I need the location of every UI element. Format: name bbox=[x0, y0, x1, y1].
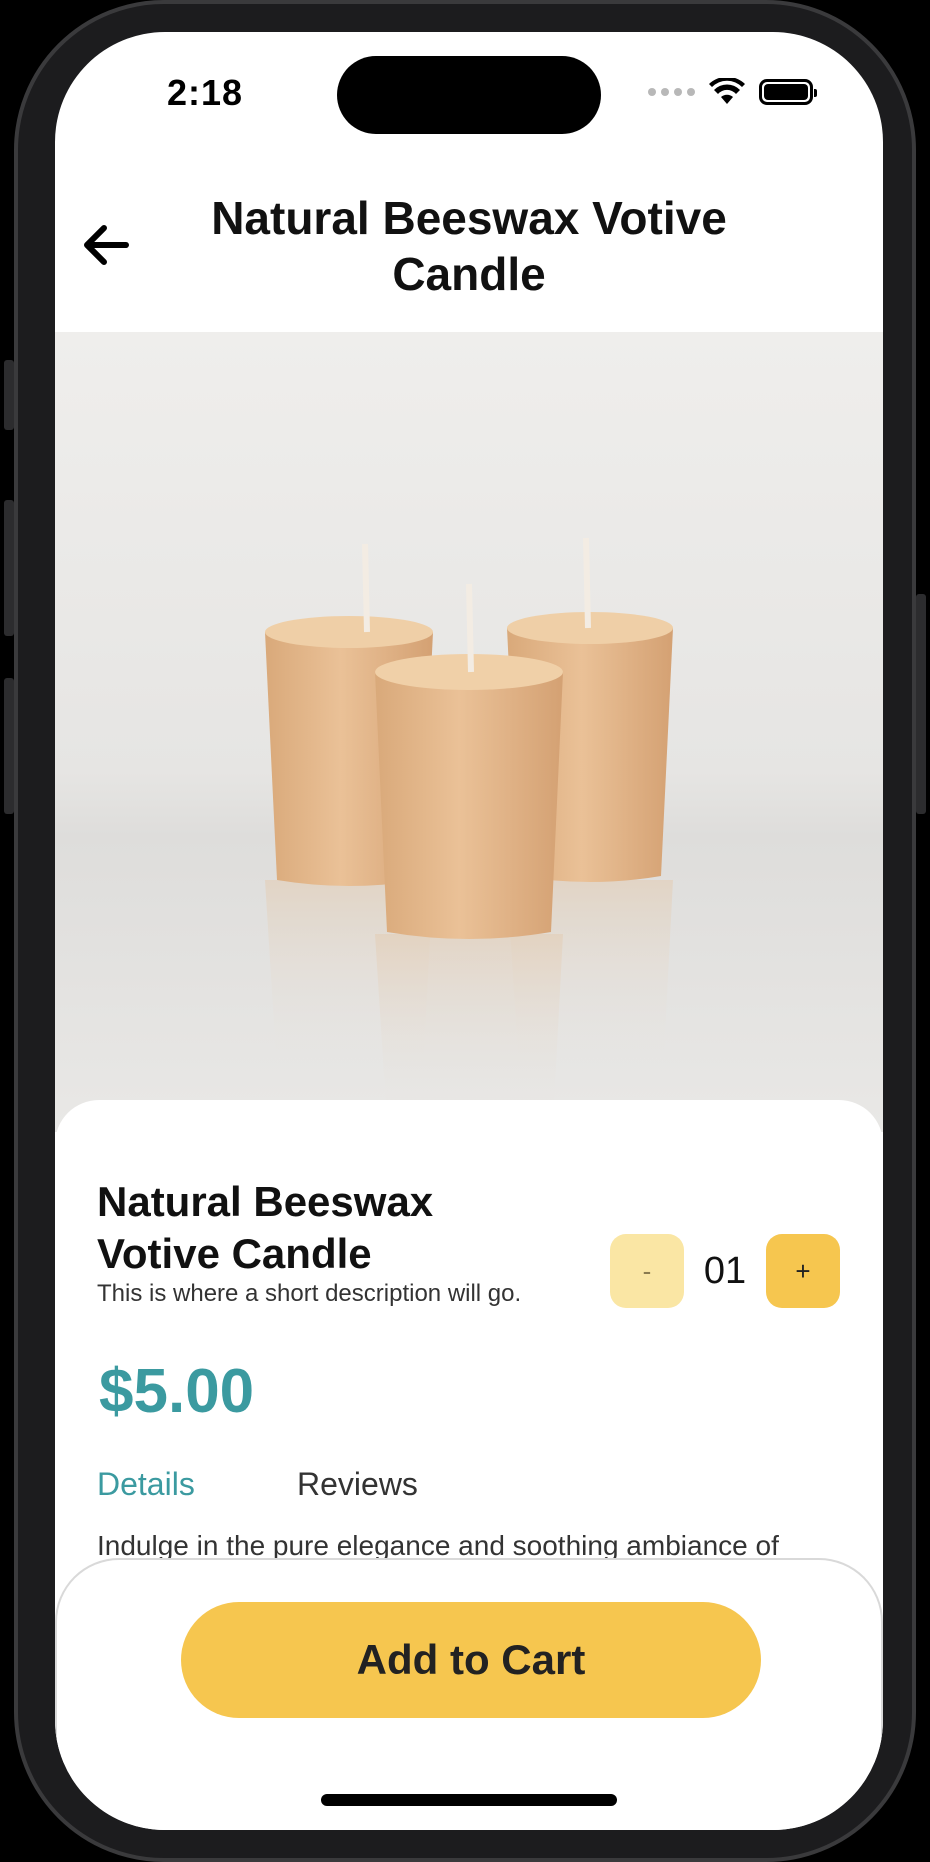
volume-down-button bbox=[4, 678, 14, 814]
battery-icon bbox=[759, 79, 817, 105]
add-to-cart-button[interactable]: Add to Cart bbox=[181, 1602, 761, 1718]
arrow-left-icon bbox=[84, 225, 129, 265]
tab-reviews[interactable]: Reviews bbox=[297, 1466, 418, 1503]
quantity-value: 01 bbox=[703, 1249, 747, 1292]
power-button bbox=[916, 594, 926, 814]
cellular-signal-icon bbox=[648, 88, 695, 96]
product-name: Natural Beeswax Votive Candle bbox=[97, 1178, 434, 1277]
quantity-stepper: - 01 + bbox=[610, 1234, 840, 1308]
back-button[interactable] bbox=[79, 218, 133, 272]
volume-up-button bbox=[4, 500, 14, 636]
wifi-icon bbox=[709, 78, 745, 104]
product-price: $5.00 bbox=[99, 1357, 255, 1426]
product-image bbox=[55, 332, 883, 1132]
home-indicator bbox=[321, 1794, 617, 1806]
status-icons bbox=[648, 78, 817, 106]
tab-details[interactable]: Details bbox=[97, 1466, 195, 1503]
mute-switch bbox=[4, 360, 14, 430]
dynamic-island bbox=[337, 56, 601, 134]
page-title: Natural Beeswax Votive Candle bbox=[211, 192, 727, 300]
product-short-description: This is where a short description will g… bbox=[97, 1280, 522, 1307]
product-details-sheet: Natural Beeswax Votive Candle This is wh… bbox=[55, 1100, 883, 1620]
increase-quantity-button[interactable]: + bbox=[766, 1234, 840, 1308]
app-screen: 2:18 Natural Beeswax Votive Candle Natur… bbox=[55, 32, 883, 1830]
status-time: 2:18 bbox=[167, 72, 244, 113]
bottom-action-bar: Add to Cart bbox=[55, 1558, 883, 1830]
decrease-quantity-button[interactable]: - bbox=[610, 1234, 684, 1308]
